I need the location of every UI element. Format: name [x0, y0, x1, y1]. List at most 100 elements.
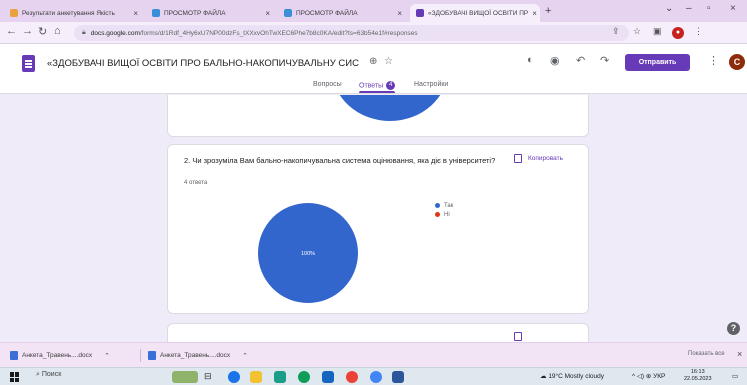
- downloads-bar: Анкета_Травень....docx ⌃ Анкета_Травень.…: [0, 342, 747, 367]
- mail-icon[interactable]: [322, 371, 334, 383]
- download-filename: Анкета_Травень....docx: [22, 352, 93, 359]
- windows-start-icon[interactable]: [10, 372, 20, 382]
- tab-settings[interactable]: Настройки: [414, 81, 448, 88]
- clock[interactable]: 16:13 22.05.2023: [684, 369, 712, 383]
- chart-legend: Так Ні: [435, 201, 453, 219]
- help-icon[interactable]: ?: [727, 322, 740, 335]
- chevron-up-icon[interactable]: ⌃: [104, 352, 110, 360]
- edge-browser-icon[interactable]: [228, 371, 240, 383]
- chrome-icon[interactable]: [298, 371, 310, 383]
- file-explorer-icon[interactable]: [250, 371, 262, 383]
- legend-color-dot: [435, 212, 440, 217]
- undo-icon[interactable]: ↶: [576, 54, 585, 67]
- legend-label: Так: [444, 202, 454, 209]
- question-card: 2. Чи зрозуміла Вам бально-накопичувальн…: [167, 144, 589, 314]
- teams-icon[interactable]: [274, 371, 286, 383]
- bookmark-star-icon[interactable]: ☆: [633, 26, 641, 37]
- close-tab-icon[interactable]: ×: [265, 9, 270, 18]
- palette-icon[interactable]: ◐: [527, 54, 534, 66]
- browser-toolbar: ← → ↻ ⌂ 🔒︎ docs.google.com/forms/d/1Rdf_…: [0, 22, 747, 44]
- pie-slice-label: 100%: [301, 251, 315, 257]
- home-icon[interactable]: ⌂: [54, 25, 61, 37]
- download-item[interactable]: Анкета_Травень....docx ⌃: [10, 349, 110, 362]
- url-path: /forms/d/1Rdf_4Hy6xU7NP00dzFs_tXXxvOhTwX…: [139, 29, 418, 37]
- clock-time: 16:13: [690, 369, 705, 375]
- download-filename: Анкета_Травень....docx: [160, 352, 231, 359]
- copy-icon[interactable]: [514, 332, 522, 341]
- taskbar-search[interactable]: ⌕ Поиск: [36, 371, 61, 379]
- show-all-link[interactable]: Показать все: [688, 351, 725, 357]
- send-button[interactable]: Отправить: [625, 54, 690, 71]
- weather-text: 19°C Mostly cloudy: [548, 373, 605, 380]
- copy-button[interactable]: Копировать: [514, 154, 563, 163]
- tab-responses[interactable]: Ответы 4: [359, 81, 396, 93]
- form-tabs: Вопросы Ответы 4 Настройки: [0, 78, 747, 94]
- forms-favicon-icon: [416, 9, 424, 17]
- close-tab-icon[interactable]: ×: [133, 9, 138, 18]
- divider: [140, 349, 141, 362]
- weather-widget[interactable]: ☁ 19°C Mostly cloudy: [540, 372, 604, 380]
- close-tab-icon[interactable]: ×: [397, 9, 402, 18]
- more-options-icon[interactable]: ⋮: [708, 54, 719, 67]
- tray-icons[interactable]: ^ ◁) ⊕ УКР: [632, 372, 665, 380]
- previous-pie-slice-fill: [339, 95, 441, 121]
- chrome-profile-icon[interactable]: [346, 371, 358, 383]
- url-host: docs.google.com: [90, 29, 140, 37]
- forward-icon[interactable]: →: [22, 25, 33, 37]
- browser-menu-icon[interactable]: ⋮: [694, 26, 703, 37]
- browser-tab-active[interactable]: «ЗДОБУВАЧІ ВИЩОЇ ОСВІТИ ПР ×: [410, 4, 540, 22]
- back-icon[interactable]: ←: [6, 25, 17, 37]
- close-window-icon[interactable]: ×: [730, 3, 736, 14]
- taskbar-search-label: Поиск: [41, 371, 62, 378]
- preview-eye-icon[interactable]: ◉: [550, 54, 560, 67]
- tab-label: ПРОСМОТР ФАЙЛА: [164, 9, 226, 17]
- reload-icon[interactable]: ↻: [38, 25, 47, 38]
- language-indicator: УКР: [653, 373, 666, 380]
- notifications-icon[interactable]: ▭: [732, 372, 738, 380]
- task-view-icon[interactable]: ⊟: [204, 371, 216, 383]
- clock-date: 22.05.2023: [684, 376, 712, 382]
- address-bar[interactable]: 🔒︎ docs.google.com/forms/d/1Rdf_4Hy6xU7N…: [74, 25, 629, 41]
- chevron-up-icon[interactable]: ⌃: [242, 352, 248, 360]
- forms-header: «ЗДОБУВАЧІ ВИЩОЇ ОСВІТИ ПРО БАЛЬНО-НАКОП…: [0, 44, 747, 94]
- legend-item: Ні: [435, 210, 453, 219]
- previous-question-card: [167, 95, 589, 137]
- response-count: 4 ответа: [184, 180, 208, 186]
- word-file-icon: [10, 351, 18, 360]
- browser-tab[interactable]: ПРОСМОТР ФАЙЛА ×: [278, 4, 408, 22]
- minimize-icon[interactable]: –: [686, 3, 692, 14]
- tab-questions[interactable]: Вопросы: [313, 81, 342, 88]
- form-title[interactable]: «ЗДОБУВАЧІ ВИЩОЇ ОСВІТИ ПРО БАЛЬНО-НАКОП…: [47, 58, 359, 69]
- browser-tab[interactable]: Результати анкетування Якість ×: [4, 4, 144, 22]
- close-downloads-icon[interactable]: ×: [737, 349, 742, 359]
- pie-chart: 100%: [258, 203, 358, 303]
- profile-icon[interactable]: ●: [672, 27, 684, 39]
- favicon-icon: [284, 9, 292, 17]
- new-tab-icon[interactable]: +: [545, 5, 551, 17]
- word-icon[interactable]: [392, 371, 404, 383]
- share-icon[interactable]: ⇪: [612, 26, 620, 37]
- previous-pie-chart: [339, 95, 441, 121]
- sidepanel-icon[interactable]: ▣: [653, 26, 662, 37]
- avatar[interactable]: C: [729, 54, 745, 70]
- favicon-icon: [10, 9, 18, 17]
- download-item[interactable]: Анкета_Травень....docx ⌃: [148, 349, 248, 362]
- chrome-profile-2-icon[interactable]: [370, 371, 382, 383]
- copy-icon: [514, 154, 522, 163]
- move-to-folder-icon[interactable]: ⊕: [369, 56, 377, 67]
- browser-tab[interactable]: ПРОСМОТР ФАЙЛА ×: [146, 4, 276, 22]
- google-forms-logo-icon[interactable]: [22, 55, 35, 72]
- copy-label: Копировать: [528, 155, 563, 162]
- legend-item: Так: [435, 201, 453, 210]
- legend-color-dot: [435, 203, 440, 208]
- close-tab-icon[interactable]: ×: [532, 9, 537, 18]
- restore-icon[interactable]: ▫: [707, 3, 711, 14]
- tab-search-chevron-icon[interactable]: ⌄: [665, 3, 673, 14]
- responses-count-badge: 4: [386, 81, 396, 90]
- legend-label: Ні: [444, 211, 450, 218]
- widget-landscape-icon[interactable]: [172, 371, 198, 383]
- redo-icon[interactable]: ↷: [600, 54, 609, 67]
- tab-label: Результати анкетування Якість: [22, 9, 115, 17]
- star-icon[interactable]: ☆: [384, 56, 393, 67]
- tab-responses-label: Ответы: [359, 82, 384, 90]
